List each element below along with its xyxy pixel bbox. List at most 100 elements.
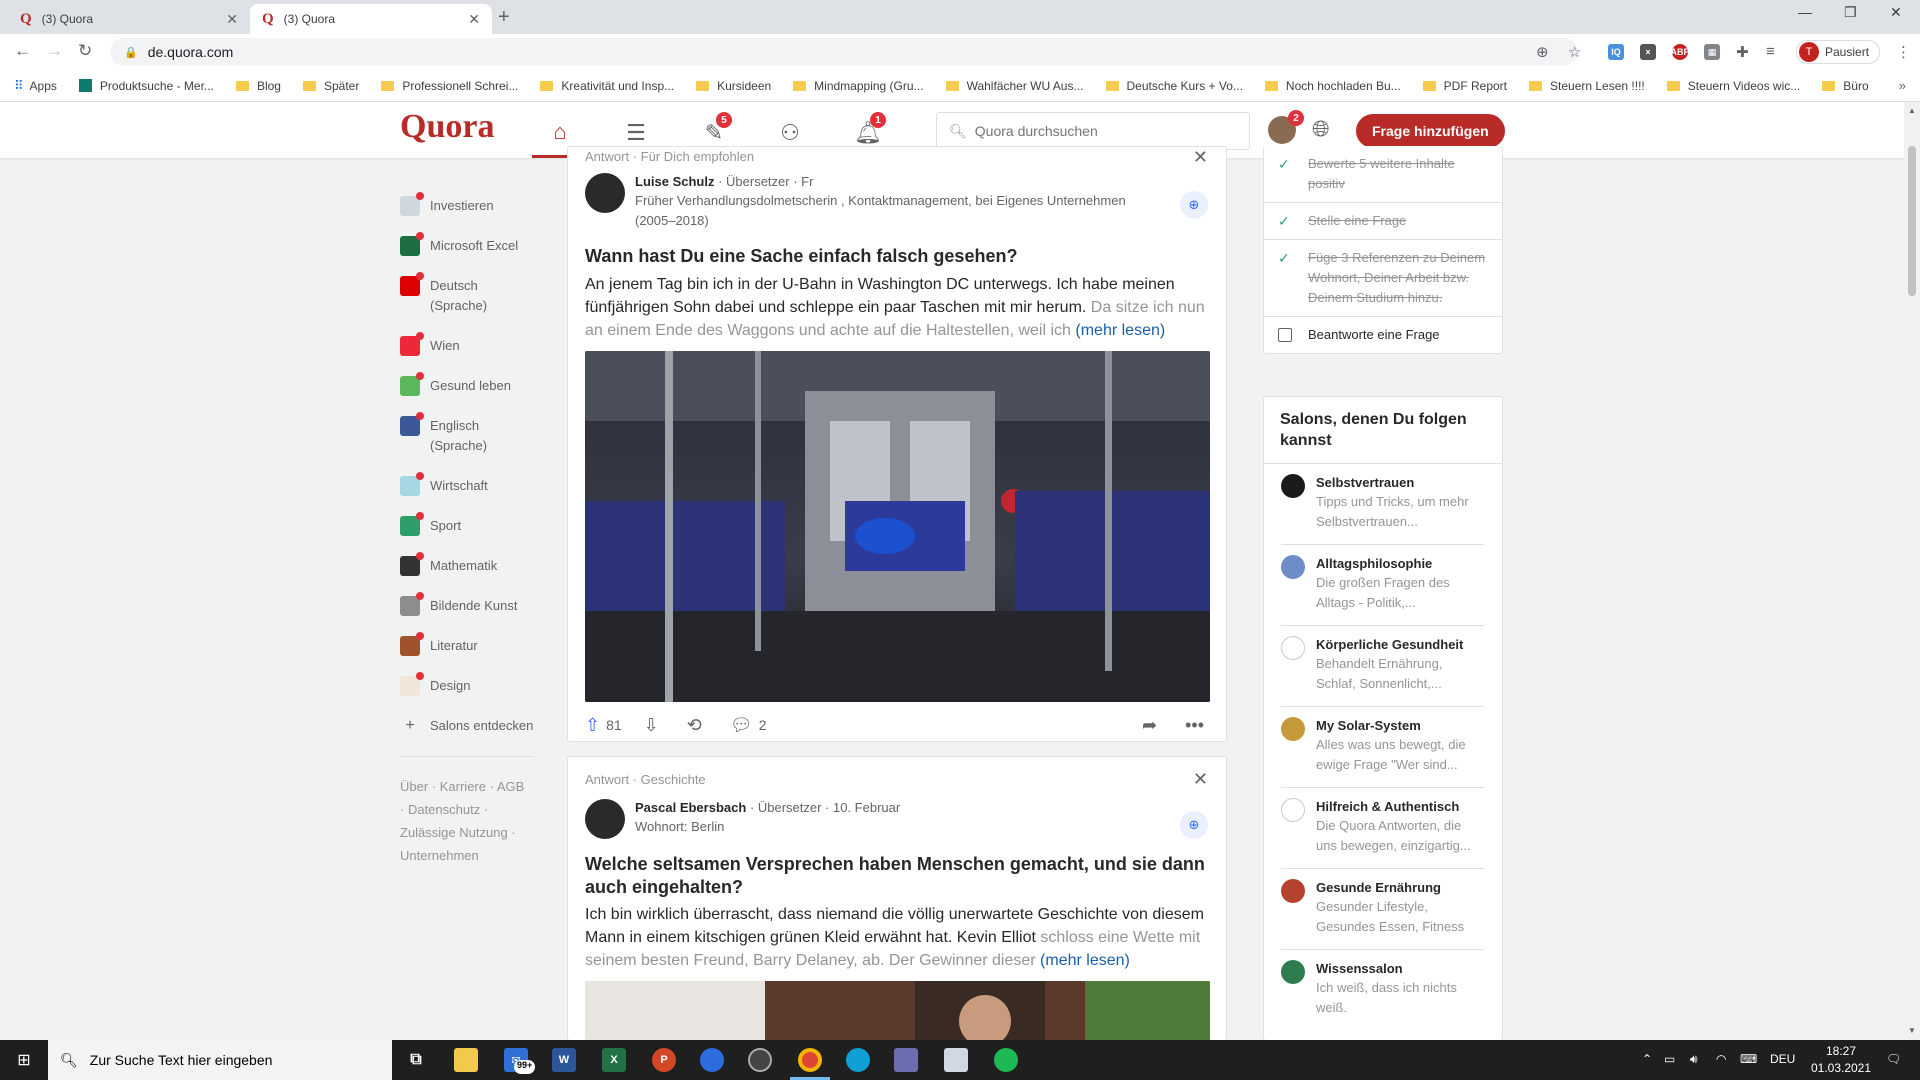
volume-icon[interactable]: 🔊︎ xyxy=(1690,1052,1698,1067)
footer-link-privacy[interactable]: Datenschutz xyxy=(408,802,480,817)
new-tab-icon[interactable]: + xyxy=(498,6,510,29)
user-avatar[interactable]: 2 xyxy=(1268,110,1304,144)
forward-icon[interactable]: → xyxy=(46,41,63,61)
checkbox[interactable] xyxy=(1278,328,1292,342)
bookmark-apps[interactable]: ⠿ Apps xyxy=(14,78,57,94)
bookmark-folder[interactable]: Später xyxy=(302,79,359,93)
question-title[interactable]: Wann hast Du eine Sache einfach falsch g… xyxy=(585,245,1210,268)
scrollbar-thumb[interactable] xyxy=(1908,146,1916,296)
language-indicator[interactable]: DEU xyxy=(1770,1052,1795,1066)
close-tab-icon[interactable]: ✕ xyxy=(468,11,480,28)
zoom-icon[interactable]: ⊕ xyxy=(1536,43,1549,61)
salon-item[interactable]: My Solar-System Alles was uns bewegt, die… xyxy=(1281,707,1484,788)
app-window-icon[interactable] xyxy=(894,1048,918,1072)
app-circle-icon[interactable] xyxy=(748,1048,772,1072)
bookmark-folder[interactable]: Blog xyxy=(235,79,281,93)
add-question-button[interactable]: Frage hinzufügen xyxy=(1356,114,1505,148)
question-title[interactable]: Welche seltsamen Versprechen haben Mensc… xyxy=(585,853,1210,899)
powerpoint-icon[interactable]: P xyxy=(652,1048,676,1072)
edge-icon[interactable] xyxy=(846,1048,870,1072)
chrome-menu-icon[interactable]: ⋮ xyxy=(1896,43,1911,61)
salon-item[interactable]: Körperliche Gesundheit Behandelt Ernährun… xyxy=(1281,626,1484,707)
sidebar-space-item[interactable]: Wirtschaft xyxy=(400,472,534,496)
reading-list-icon[interactable]: ≡ xyxy=(1766,43,1775,60)
bookmark-folder[interactable]: Noch hochladen Bu... xyxy=(1264,79,1401,93)
footer-link-acceptable-use[interactable]: Zulässige Nutzung xyxy=(400,825,508,840)
author-avatar[interactable] xyxy=(585,799,625,839)
task-item[interactable]: ✓ Bewerte 5 weitere Inhalte positiv xyxy=(1264,146,1502,203)
upvote-button[interactable]: ⇧ 81 xyxy=(585,715,622,736)
windows-start-icon[interactable]: ⊞ xyxy=(0,1040,48,1080)
dismiss-close-icon[interactable]: ✕ xyxy=(1193,147,1208,168)
address-bar[interactable]: 🔒 de.quora.com xyxy=(110,38,1578,66)
app-icon[interactable] xyxy=(700,1048,724,1072)
minimize-icon[interactable]: — xyxy=(1798,4,1812,20)
more-options-button[interactable]: ••• xyxy=(1185,715,1210,736)
share-button[interactable]: ➦ xyxy=(1142,715,1163,736)
salon-item[interactable]: Wissenssalon Ich weiß, dass ich nichts we… xyxy=(1281,950,1484,1030)
excel-icon[interactable]: X xyxy=(602,1048,626,1072)
read-more-link[interactable]: (mehr lesen) xyxy=(1075,322,1165,339)
bookmark-folder[interactable]: Kreativität und Insp... xyxy=(540,79,674,93)
close-tab-icon[interactable]: ✕ xyxy=(226,11,238,28)
extension-grid-icon[interactable]: ▦ xyxy=(1704,44,1720,60)
share-reshare-button[interactable]: ⟲ xyxy=(687,715,708,736)
sidebar-space-item[interactable]: Literatur xyxy=(400,632,534,656)
follow-author-icon[interactable]: ⊕ xyxy=(1180,811,1208,839)
bookmark-folder[interactable]: Steuern Lesen !!!! xyxy=(1529,79,1645,93)
scroll-down-icon[interactable]: ▼ xyxy=(1908,1026,1916,1035)
read-more-link[interactable]: (mehr lesen) xyxy=(1040,952,1130,969)
file-explorer-icon[interactable] xyxy=(454,1048,478,1072)
author-name[interactable]: Pascal Ebersbach xyxy=(635,800,746,815)
author-avatar[interactable] xyxy=(585,173,625,213)
footer-link-business[interactable]: Unternehmen xyxy=(400,848,479,863)
task-item[interactable]: ✓ Stelle eine Frage xyxy=(1264,203,1502,240)
sidebar-space-item[interactable]: Gesund leben xyxy=(400,372,534,396)
sidebar-space-item[interactable]: Design xyxy=(400,672,534,696)
task-item[interactable]: Beantworte eine Frage xyxy=(1264,317,1502,353)
task-view-icon[interactable]: ⧉ xyxy=(404,1048,428,1072)
spotify-icon[interactable] xyxy=(994,1048,1018,1072)
answer-excerpt[interactable]: An jenem Tag bin ich in der U-Bahn in Wa… xyxy=(585,273,1210,343)
bookmark-folder[interactable]: Deutsche Kurs + Vo... xyxy=(1105,79,1243,93)
sidebar-space-item[interactable]: Sport xyxy=(400,512,534,536)
notepad-icon[interactable] xyxy=(944,1048,968,1072)
quora-search-box[interactable]: 🔍︎ xyxy=(936,112,1250,150)
quora-logo[interactable]: Quora xyxy=(400,108,494,146)
reload-icon[interactable]: ↻ xyxy=(78,41,92,61)
sidebar-space-item[interactable]: Bildende Kunst xyxy=(400,592,534,616)
author-name[interactable]: Luise Schulz xyxy=(635,174,714,189)
search-input[interactable] xyxy=(974,123,1235,139)
profile-button[interactable]: T Pausiert xyxy=(1796,40,1881,64)
extension-icon[interactable]: × xyxy=(1640,44,1656,60)
discover-spaces-link[interactable]: + Salons entdecken xyxy=(400,716,534,736)
notifications-icon[interactable]: 🗨︎ xyxy=(1886,1052,1901,1066)
footer-link-careers[interactable]: Karriere xyxy=(440,779,486,794)
comments-button[interactable]: 💬︎ 2 xyxy=(730,715,767,736)
bookmark-folder[interactable]: Steuern Videos wic... xyxy=(1666,79,1800,93)
salon-item[interactable]: Alltagsphilosophie Die großen Fragen des … xyxy=(1281,545,1484,626)
salon-item[interactable]: Hilfreich & Authentisch Die Quora Antwort… xyxy=(1281,788,1484,869)
page-scrollbar[interactable]: ▲ ▼ xyxy=(1904,102,1920,1040)
word-icon[interactable]: W xyxy=(552,1048,576,1072)
tray-device-icon[interactable]: ▭ xyxy=(1664,1052,1675,1066)
footer-link-about[interactable]: Über xyxy=(400,779,428,794)
wifi-icon[interactable]: ◠ xyxy=(1716,1052,1726,1066)
language-globe-icon[interactable]: 🌐︎ xyxy=(1312,116,1330,142)
salon-item[interactable]: Selbstvertrauen Tipps und Tricks, um mehr… xyxy=(1281,464,1484,545)
windows-search-box[interactable]: 🔍︎ Zur Suche Text hier eingeben xyxy=(48,1040,392,1080)
bookmark-folder[interactable]: Wahlfächer WU Aus... xyxy=(945,79,1084,93)
bookmark-star-icon[interactable]: ☆ xyxy=(1568,43,1581,61)
back-icon[interactable]: ← xyxy=(14,41,31,61)
bookmark-folder[interactable]: Büro xyxy=(1822,79,1869,93)
sidebar-space-item[interactable]: Deutsch (Sprache) xyxy=(400,272,534,316)
answer-excerpt[interactable]: Ich bin wirklich überrascht, dass nieman… xyxy=(585,903,1210,973)
browser-tab-1[interactable]: Q (3) Quora ✕ xyxy=(8,4,250,34)
sidebar-space-item[interactable]: Wien xyxy=(400,332,534,356)
bookmark-folder[interactable]: Mindmapping (Gru... xyxy=(793,79,924,93)
sidebar-space-item[interactable]: Microsoft Excel xyxy=(400,232,534,256)
extension-iq-icon[interactable]: IQ xyxy=(1608,44,1624,60)
follow-author-icon[interactable]: ⊕ xyxy=(1180,191,1208,219)
footer-link-terms[interactable]: AGB xyxy=(497,779,524,794)
maximize-icon[interactable]: ❐ xyxy=(1844,4,1857,21)
